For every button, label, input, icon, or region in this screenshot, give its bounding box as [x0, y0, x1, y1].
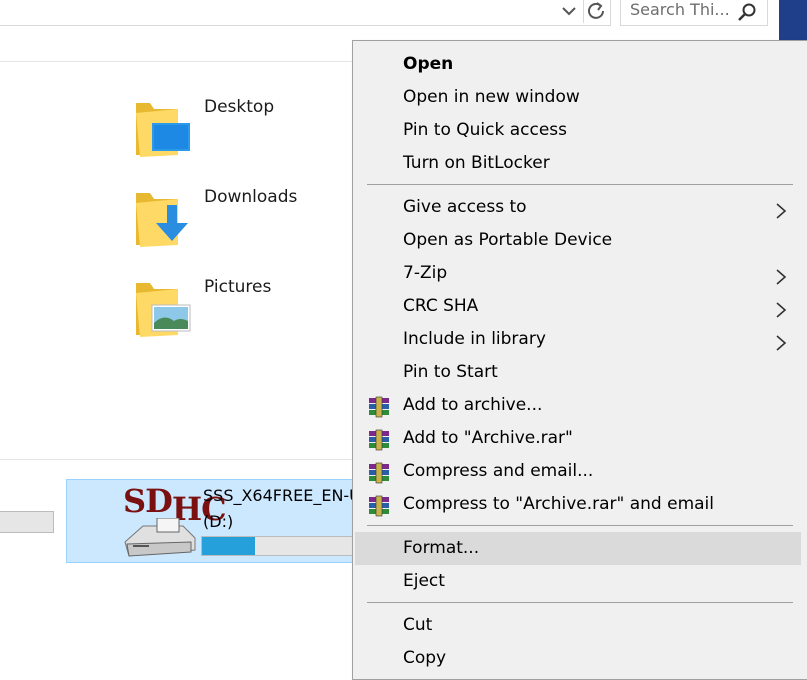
search-input[interactable]: Search Thi... — [620, 0, 768, 26]
drive-usage-bar — [0, 511, 54, 533]
menu-item-label: Give access to — [403, 197, 527, 217]
address-bar[interactable] — [0, 0, 611, 26]
chevron-right-icon — [775, 298, 787, 318]
menu-item-compress-to-archive-rar-and-email[interactable]: Compress to "Archive.rar" and email — [355, 488, 801, 521]
divider — [0, 61, 352, 62]
menu-item-label: Include in library — [403, 329, 546, 349]
search-icon[interactable] — [737, 2, 757, 22]
folder-item-pictures[interactable]: Pictures — [134, 275, 354, 345]
menu-separator — [367, 602, 793, 603]
menu-item-label: Add to "Archive.rar" — [403, 428, 573, 448]
winrar-icon — [367, 462, 391, 484]
menu-item-label: 7-Zip — [403, 263, 448, 283]
desktop-folder-icon — [134, 95, 194, 159]
menu-item-cut[interactable]: Cut — [355, 609, 801, 642]
menu-item-label: Turn on BitLocker — [403, 153, 550, 173]
menu-item-eject[interactable]: Eject — [355, 565, 801, 598]
folder-label: Pictures — [204, 277, 272, 297]
menu-item-include-in-library[interactable]: Include in library — [355, 323, 801, 356]
menu-separator — [367, 184, 793, 185]
refresh-icon[interactable] — [583, 0, 608, 23]
drive-letter: (D:) — [203, 512, 234, 531]
drive-name: SSS_X64FREE_EN-US — [203, 486, 353, 505]
menu-item-turn-on-bitlocker[interactable]: Turn on BitLocker — [355, 147, 801, 180]
folder-label: Desktop — [204, 97, 275, 117]
menu-separator — [367, 525, 793, 526]
menu-item-label: Open in new window — [403, 87, 580, 107]
downloads-folder-icon — [134, 185, 194, 249]
menu-item-give-access-to[interactable]: Give access to — [355, 191, 801, 224]
folder-item-downloads[interactable]: Downloads — [134, 185, 354, 255]
sdhc-badge-sd: SD — [123, 482, 173, 520]
menu-item-pin-to-start[interactable]: Pin to Start — [355, 356, 801, 389]
drive-item-d[interactable]: SDHC SSS_X64FREE_EN-US (D:) — [66, 479, 356, 563]
section-divider — [0, 459, 352, 460]
context-menu: Open Open in new window Pin to Quick acces… — [352, 40, 807, 680]
menu-item-label: Compress and email... — [403, 461, 594, 481]
menu-item-format[interactable]: Format... — [355, 532, 801, 565]
winrar-icon — [367, 429, 391, 451]
chevron-right-icon — [775, 265, 787, 285]
menu-item-label: Open — [403, 54, 454, 74]
menu-item-label: Cut — [403, 615, 433, 635]
folder-item-desktop[interactable]: Desktop — [134, 95, 354, 165]
menu-item-label: Pin to Start — [403, 362, 498, 382]
folder-label: Downloads — [204, 187, 298, 207]
menu-item-compress-and-email[interactable]: Compress and email... — [355, 455, 801, 488]
sd-card-drive-icon — [121, 517, 197, 560]
search-placeholder: Search Thi... — [630, 0, 730, 19]
window-edge — [779, 0, 807, 40]
winrar-icon — [367, 396, 391, 418]
menu-item-label: Eject — [403, 571, 445, 591]
menu-item-crc-sha[interactable]: CRC SHA — [355, 290, 801, 323]
menu-item-open-as-portable-device[interactable]: Open as Portable Device — [355, 224, 801, 257]
menu-item-add-to-archive-rar[interactable]: Add to "Archive.rar" — [355, 422, 801, 455]
drive-usage-fill — [202, 537, 255, 555]
menu-item-7-zip[interactable]: 7-Zip — [355, 257, 801, 290]
drive-usage-bar — [201, 536, 353, 556]
menu-item-open-in-new-window[interactable]: Open in new window — [355, 81, 801, 114]
menu-item-label: Compress to "Archive.rar" and email — [403, 494, 715, 514]
menu-item-label: Add to archive... — [403, 395, 543, 415]
menu-item-add-to-archive[interactable]: Add to archive... — [355, 389, 801, 422]
menu-item-label: Format... — [403, 538, 480, 558]
menu-item-open[interactable]: Open — [355, 48, 801, 81]
menu-item-label: CRC SHA — [403, 296, 479, 316]
pictures-folder-icon — [134, 275, 194, 339]
chevron-down-icon[interactable] — [557, 0, 581, 23]
chevron-right-icon — [775, 331, 787, 351]
menu-item-pin-to-quick-access[interactable]: Pin to Quick access — [355, 114, 801, 147]
menu-item-label: Open as Portable Device — [403, 230, 613, 250]
chevron-right-icon — [775, 199, 787, 219]
winrar-icon — [367, 495, 391, 517]
menu-item-label: Pin to Quick access — [403, 120, 568, 140]
